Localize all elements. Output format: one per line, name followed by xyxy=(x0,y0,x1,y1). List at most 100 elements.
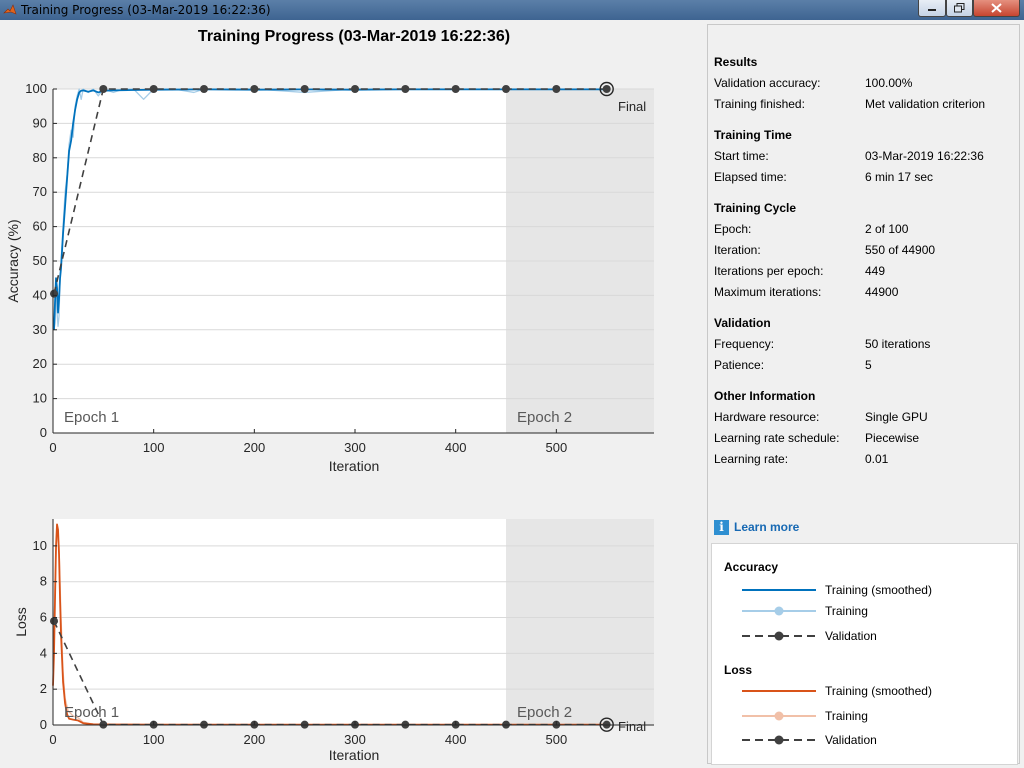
info-value: Single GPU xyxy=(865,410,928,424)
y-tick-label: 50 xyxy=(33,253,47,268)
y-tick-label: 2 xyxy=(40,681,47,696)
minimize-icon xyxy=(928,9,936,11)
legend-accuracy-header: Accuracy xyxy=(724,560,779,574)
validation-point xyxy=(200,85,209,93)
y-tick-label: 10 xyxy=(33,538,47,553)
minimize-button[interactable] xyxy=(918,0,946,17)
epoch-1-label: Epoch 1 xyxy=(64,409,119,426)
legend-label: Training xyxy=(825,709,868,723)
info-value: 44900 xyxy=(865,285,899,299)
info-value: 50 iterations xyxy=(865,337,931,351)
legend-swatch xyxy=(742,735,816,745)
info-label: Hardware resource: xyxy=(714,410,820,424)
validation-point xyxy=(99,85,108,93)
y-tick-label: 6 xyxy=(40,610,47,625)
info-label: Frequency: xyxy=(714,337,775,351)
y-tick-label: 20 xyxy=(33,356,47,371)
info-value: Met validation criterion xyxy=(865,97,986,111)
loss-ylabel: Loss xyxy=(13,607,29,637)
info-label: Learning rate: xyxy=(714,452,789,466)
legend-swatch xyxy=(742,631,816,641)
x-tick-label: 300 xyxy=(344,440,366,455)
info-value: Piecewise xyxy=(865,431,920,445)
validation-point xyxy=(502,85,511,93)
learn-more-link[interactable]: i Learn more xyxy=(714,519,799,535)
legend-label: Training xyxy=(825,604,868,618)
epoch-1-region xyxy=(53,519,506,725)
section-title: Results xyxy=(714,55,758,69)
info-value: 0.01 xyxy=(865,452,889,466)
x-tick-label: 0 xyxy=(49,440,56,455)
info-label: Iteration: xyxy=(714,243,761,257)
accuracy-ylabel: Accuracy (%) xyxy=(5,219,21,302)
validation-point xyxy=(552,85,561,93)
info-value: 2 of 100 xyxy=(865,222,909,236)
x-tick-label: 0 xyxy=(49,732,56,747)
loss-xlabel: Iteration xyxy=(329,747,380,763)
accuracy-final-label: Final xyxy=(618,99,646,114)
legend-label: Training (smoothed) xyxy=(825,583,932,597)
x-tick-label: 500 xyxy=(545,440,567,455)
y-tick-label: 70 xyxy=(33,184,47,199)
loss-final-label: Final xyxy=(618,719,646,734)
x-tick-label: 300 xyxy=(344,732,366,747)
x-tick-label: 500 xyxy=(545,732,567,747)
y-tick-label: 0 xyxy=(40,717,47,732)
plots-area: 0102030405060708090100 0 100 200 300 400 500 … xyxy=(5,81,654,763)
section-title: Other Information xyxy=(714,389,816,403)
validation-point xyxy=(351,85,360,93)
info-label: Training finished: xyxy=(714,97,805,111)
validation-point xyxy=(250,85,259,93)
learn-more-label[interactable]: Learn more xyxy=(734,520,799,534)
maximize-icon xyxy=(954,3,965,13)
info-value: 03-Mar-2019 16:22:36 xyxy=(865,149,984,163)
validation-point xyxy=(50,289,59,298)
maximize-button[interactable] xyxy=(946,0,973,17)
info-label: Start time: xyxy=(714,149,769,163)
info-label: Iterations per epoch: xyxy=(714,264,824,278)
info-value: 6 min 17 sec xyxy=(865,170,934,184)
legend-label: Validation xyxy=(825,629,877,643)
legend-panel: Accuracy Loss Training (smoothed) Trainin… xyxy=(711,543,1018,765)
legend-label: Validation xyxy=(825,733,877,747)
info-value: 100.00% xyxy=(865,76,913,90)
close-button[interactable] xyxy=(973,0,1020,17)
accuracy-plot: 0102030405060708090100 0 100 200 300 400 500 … xyxy=(5,81,654,474)
x-tick-label: 100 xyxy=(143,732,165,747)
info-value: 550 of 44900 xyxy=(865,243,936,257)
info-label: Learning rate schedule: xyxy=(714,431,840,445)
legend-label: Training (smoothed) xyxy=(825,684,932,698)
info-label: Maximum iterations: xyxy=(714,285,822,299)
validation-point xyxy=(300,85,309,93)
x-tick-label: 200 xyxy=(243,732,265,747)
validation-point xyxy=(602,85,611,93)
legend-swatch xyxy=(742,711,816,721)
loss-plot: 0 2 4 6 8 10 0 100 200 300 400 500 Epoch 1 Epoch 2… xyxy=(13,519,654,763)
section-title: Validation xyxy=(714,316,771,330)
info-label: Validation accuracy: xyxy=(714,76,821,90)
x-tick-label: 400 xyxy=(445,440,467,455)
epoch-2-region xyxy=(506,519,654,725)
legend-swatch xyxy=(742,606,816,616)
validation-point xyxy=(451,85,460,93)
epoch-1-label: Epoch 1 xyxy=(64,704,119,721)
y-tick-label: 80 xyxy=(33,150,47,165)
y-tick-label: 90 xyxy=(33,115,47,130)
x-tick-label: 200 xyxy=(243,440,265,455)
legend-loss-header: Loss xyxy=(724,663,753,677)
x-tick-label: 100 xyxy=(143,440,165,455)
x-tick-label: 400 xyxy=(445,732,467,747)
info-icon: i xyxy=(714,519,729,535)
validation-point xyxy=(149,85,158,93)
info-label: Elapsed time: xyxy=(714,170,787,184)
y-tick-label: 10 xyxy=(33,391,47,406)
validation-point xyxy=(401,85,410,93)
accuracy-xlabel: Iteration xyxy=(329,458,380,474)
y-tick-label: 0 xyxy=(40,425,47,440)
y-tick-label: 8 xyxy=(40,574,47,589)
y-tick-label: 40 xyxy=(33,287,47,302)
legend-swatch xyxy=(742,690,816,692)
section-title: Training Cycle xyxy=(714,201,797,215)
info-label: Patience: xyxy=(714,358,765,372)
info-label: Epoch: xyxy=(714,222,752,236)
